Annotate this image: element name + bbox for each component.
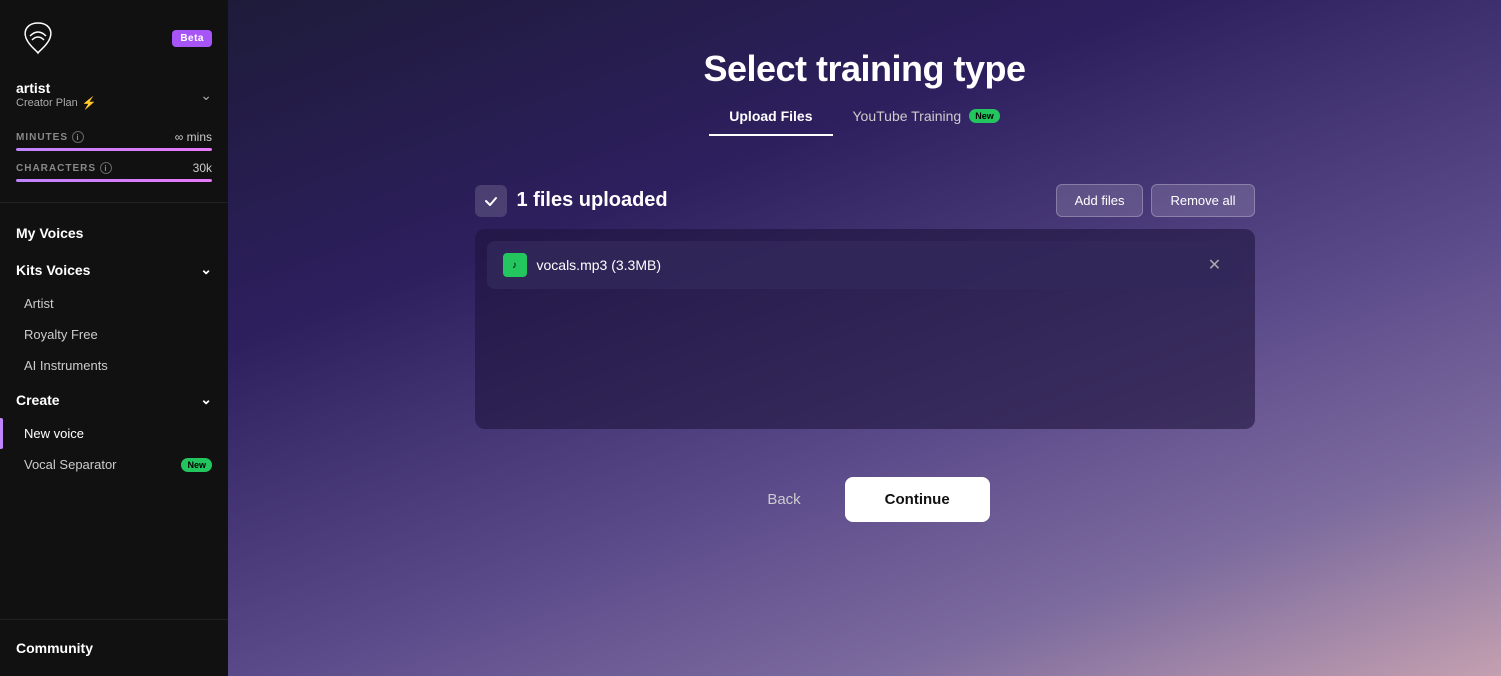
main-content: Select training type Upload Files YouTub…	[228, 0, 1501, 676]
vocal-separator-new-badge: New	[181, 458, 212, 472]
characters-info-icon[interactable]: i	[100, 162, 112, 174]
file-check-icon	[475, 185, 507, 217]
page-title: Select training type	[228, 48, 1501, 90]
tab-upload-files[interactable]: Upload Files	[709, 98, 832, 136]
file-type-icon: ♪	[503, 253, 527, 277]
sidebar: Beta artist Creator Plan ⚡ ⌄ MINUTES i ∞…	[0, 0, 228, 676]
sidebar-sub-new-voice[interactable]: New voice	[0, 418, 228, 449]
minutes-info-icon[interactable]: i	[72, 131, 84, 143]
characters-label: CHARACTERS i	[16, 162, 112, 174]
sidebar-item-kits-voices[interactable]: Kits Voices ⌄	[0, 251, 228, 288]
remove-all-button[interactable]: Remove all	[1151, 184, 1254, 217]
divider-1	[0, 202, 228, 203]
account-info: artist Creator Plan ⚡	[16, 80, 97, 110]
add-files-button[interactable]: Add files	[1056, 184, 1144, 217]
sidebar-sub-new-voice-row: New voice	[0, 418, 228, 449]
minutes-bar-fill	[16, 148, 212, 151]
files-header: 1 files uploaded Add files Remove all	[475, 184, 1255, 217]
create-label: Create	[16, 392, 60, 408]
minutes-label: MINUTES i	[16, 131, 84, 143]
characters-stat: CHARACTERS i 30k	[16, 161, 212, 182]
sidebar-item-create[interactable]: Create ⌄	[0, 381, 228, 418]
minutes-bar	[16, 148, 212, 151]
sidebar-bottom: Community	[0, 619, 228, 676]
account-chevron-icon[interactable]: ⌄	[200, 87, 212, 104]
characters-bar-fill	[16, 179, 212, 182]
stats-section: MINUTES i ∞ mins CHARACTERS i 30k	[0, 122, 228, 198]
minutes-value: ∞ mins	[175, 130, 212, 144]
kits-voices-label: Kits Voices	[16, 262, 90, 278]
logo-icon	[16, 16, 60, 60]
beta-badge: Beta	[172, 30, 212, 47]
sidebar-sub-ai-instruments[interactable]: AI Instruments	[0, 350, 228, 381]
sidebar-sub-vocal-separator[interactable]: Vocal Separator New	[0, 449, 228, 480]
characters-value: 30k	[193, 161, 212, 175]
minutes-stat: MINUTES i ∞ mins	[16, 130, 212, 151]
sidebar-header: Beta	[0, 0, 228, 72]
sidebar-item-my-voices[interactable]: My Voices	[0, 215, 228, 251]
account-plan: Creator Plan ⚡	[16, 96, 97, 110]
upload-section: 1 files uploaded Add files Remove all ♪ …	[475, 184, 1255, 429]
active-bar	[0, 418, 3, 449]
account-section[interactable]: artist Creator Plan ⚡ ⌄	[0, 72, 228, 122]
logo-area	[16, 16, 60, 60]
sidebar-sub-royalty-free[interactable]: Royalty Free	[0, 319, 228, 350]
sidebar-item-community[interactable]: Community	[16, 632, 212, 664]
file-item-left: ♪ vocals.mp3 (3.3MB)	[503, 253, 661, 277]
file-remove-button[interactable]: ✕	[1203, 253, 1227, 277]
plan-bolt-icon: ⚡	[82, 96, 97, 110]
file-item: ♪ vocals.mp3 (3.3MB) ✕	[487, 241, 1243, 289]
files-list-container: ♪ vocals.mp3 (3.3MB) ✕	[475, 229, 1255, 429]
characters-bar	[16, 179, 212, 182]
tabs-row: Upload Files YouTube Training New	[228, 98, 1501, 136]
kits-voices-chevron-icon: ⌄	[200, 261, 212, 278]
youtube-training-new-badge: New	[969, 109, 1000, 123]
back-button[interactable]: Back	[739, 479, 828, 520]
sidebar-sub-artist[interactable]: Artist	[0, 288, 228, 319]
page-header: Select training type Upload Files YouTub…	[228, 0, 1501, 160]
continue-button[interactable]: Continue	[845, 477, 990, 522]
files-actions: Add files Remove all	[1056, 184, 1255, 217]
nav-section: My Voices Kits Voices ⌄ Artist Royalty F…	[0, 207, 228, 619]
account-name: artist	[16, 80, 97, 96]
vocal-separator-label: Vocal Separator	[24, 457, 117, 472]
create-chevron-icon: ⌄	[200, 391, 212, 408]
files-count-label: 1 files uploaded	[517, 189, 668, 212]
my-voices-label: My Voices	[16, 225, 83, 241]
tab-youtube-training[interactable]: YouTube Training New	[833, 98, 1020, 136]
file-name: vocals.mp3 (3.3MB)	[537, 257, 661, 273]
files-count: 1 files uploaded	[475, 185, 668, 217]
bottom-actions: Back Continue	[228, 477, 1501, 522]
